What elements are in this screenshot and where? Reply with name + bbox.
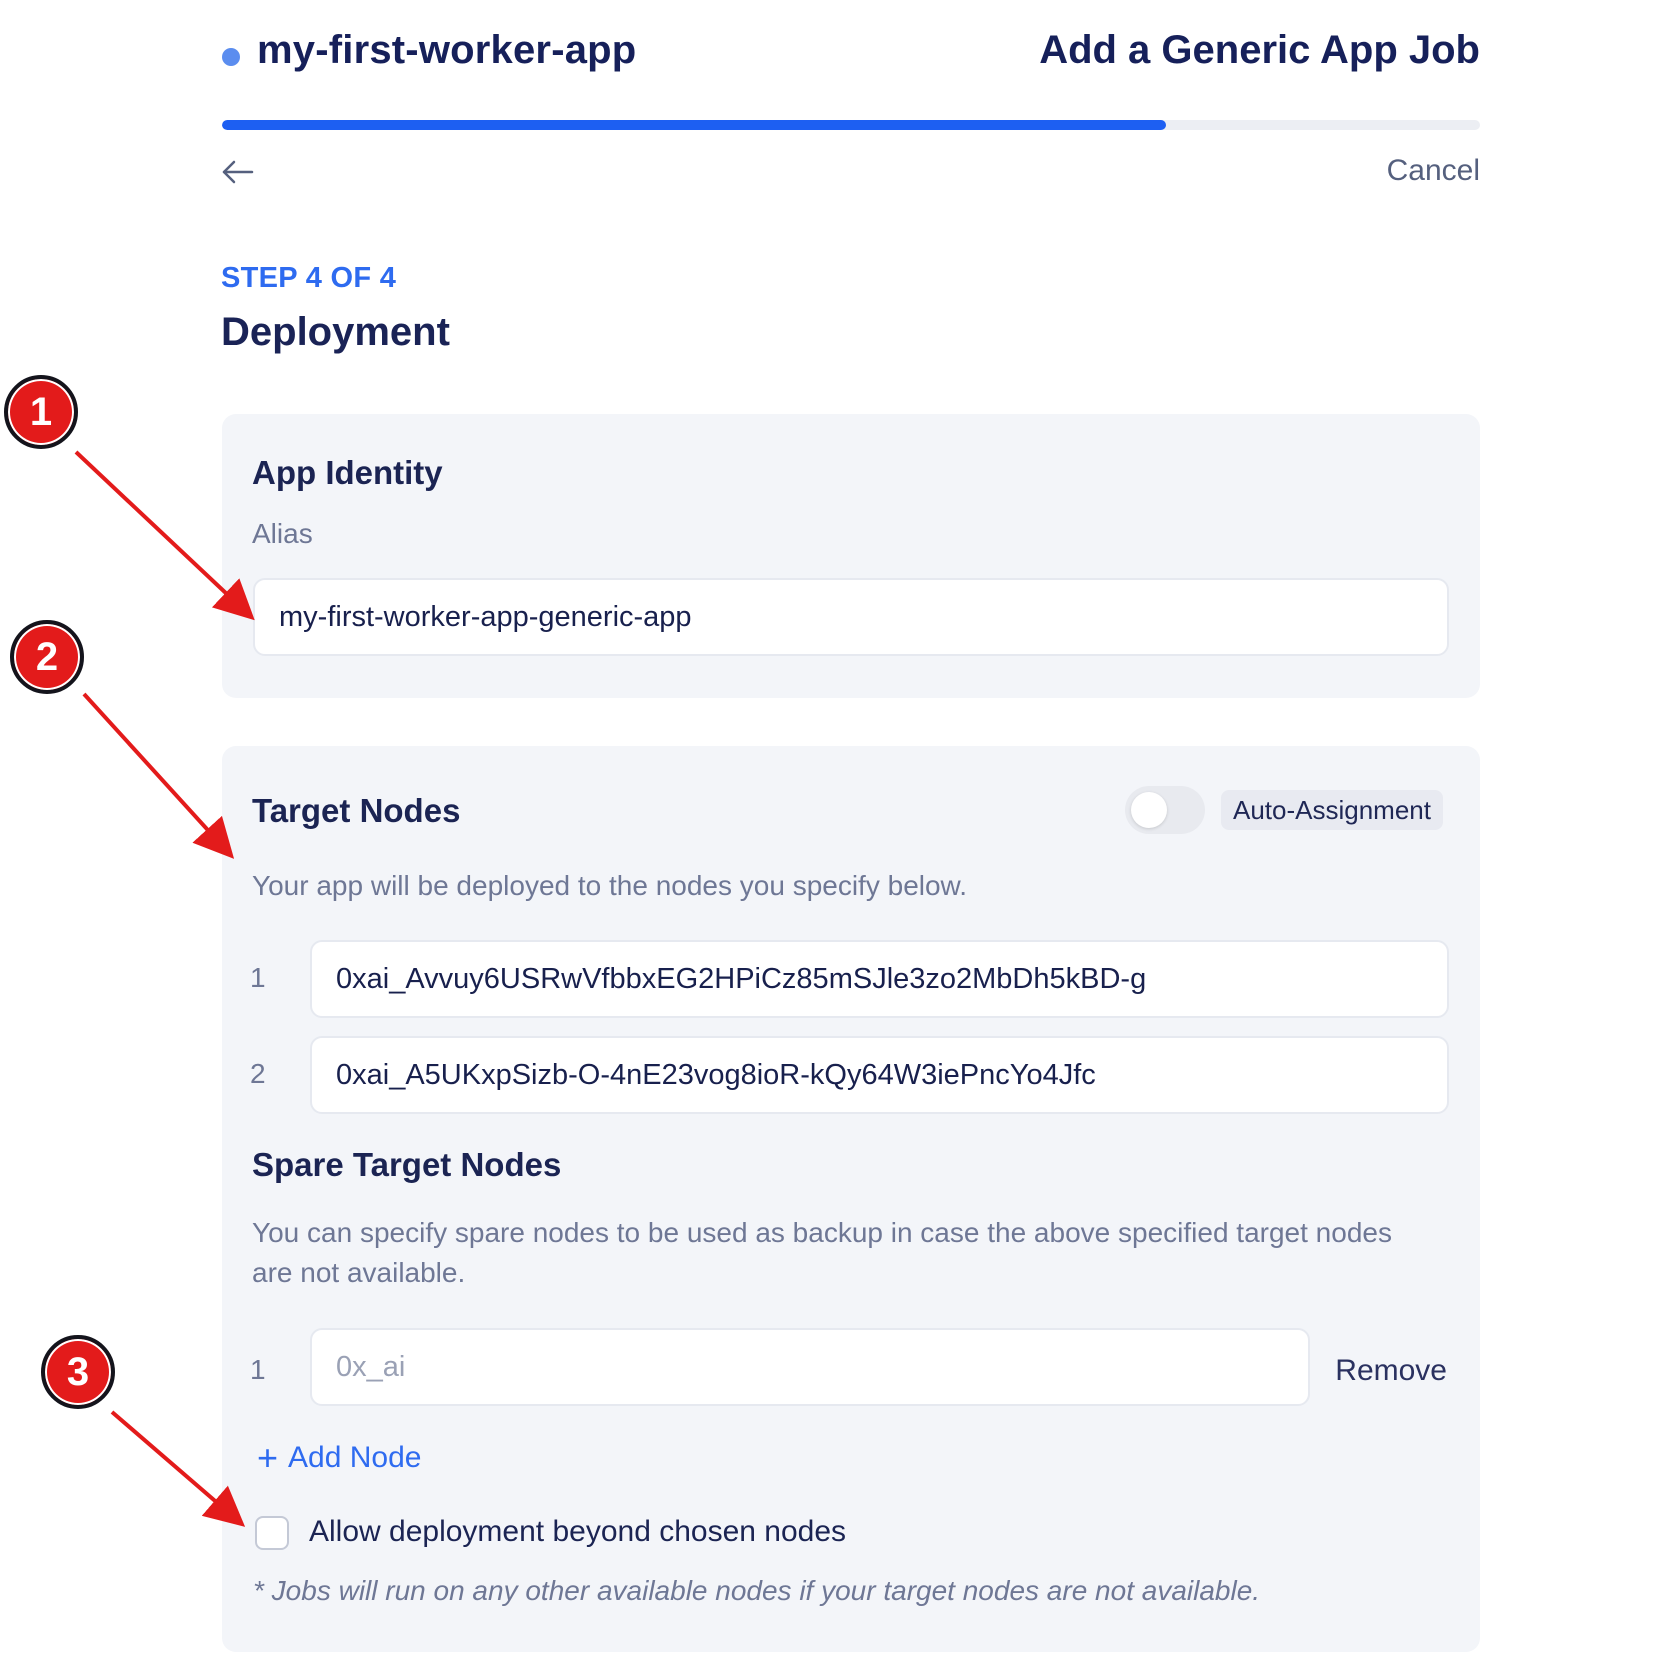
annotation-arrow [110, 1410, 246, 1527]
alias-label: Alias [252, 518, 313, 549]
target-node-value: 0xai_A5UKxpSizb-O-4nE23vog8ioR-kQy64W3ie… [336, 1058, 1096, 1091]
cancel-button[interactable]: Cancel [1387, 154, 1480, 188]
plus-icon: + [257, 1437, 279, 1478]
toggle-knob [1131, 792, 1167, 828]
allow-beyond-label[interactable]: Allow deployment beyond chosen nodes [309, 1515, 846, 1549]
annotation-marker: 2 [10, 620, 84, 694]
arrow-left-icon[interactable] [218, 152, 258, 192]
section-title: Deployment [221, 310, 450, 354]
annotation-arrow [82, 692, 235, 859]
spare-node-index: 1 [250, 1354, 266, 1385]
spare-node-input[interactable]: 0x_ai [310, 1328, 1310, 1406]
spare-nodes-heading: Spare Target Nodes [252, 1146, 562, 1183]
spare-node-placeholder: 0x_ai [336, 1350, 406, 1383]
alias-value: my-first-worker-app-generic-app [279, 600, 692, 633]
target-node-input[interactable]: 0xai_Avvuy6USRwVfbbxEG2HPiCz85mSJle3zo2M… [310, 940, 1449, 1018]
app-name: my-first-worker-app [257, 28, 637, 72]
allow-beyond-checkbox[interactable] [255, 1516, 289, 1550]
target-node-index: 1 [250, 962, 266, 993]
target-nodes-heading: Target Nodes [252, 792, 461, 829]
target-node-value: 0xai_Avvuy6USRwVfbbxEG2HPiCz85mSJle3zo2M… [336, 962, 1147, 995]
add-node-label: Add Node [288, 1441, 422, 1474]
target-node-index: 2 [250, 1058, 266, 1089]
alias-input[interactable]: my-first-worker-app-generic-app [253, 578, 1449, 656]
spare-nodes-description-cont: are not available. [252, 1257, 466, 1288]
annotation-marker: 1 [4, 375, 78, 449]
remove-button[interactable]: Remove [1335, 1354, 1447, 1388]
progress-bar [222, 120, 1480, 130]
page-title: Add a Generic App Job [1039, 28, 1480, 72]
app-identity-heading: App Identity [252, 454, 443, 491]
annotation-marker: 3 [41, 1335, 115, 1409]
add-node-button[interactable]: + Add Node [257, 1440, 421, 1476]
spare-nodes-description: You can specify spare nodes to be used a… [252, 1217, 1392, 1248]
auto-assignment-toggle[interactable] [1125, 786, 1205, 834]
step-indicator: STEP 4 OF 4 [221, 262, 397, 294]
auto-assignment-label: Auto-Assignment [1221, 790, 1443, 830]
annotation-arrow [74, 450, 255, 621]
status-dot [222, 48, 240, 66]
progress-fill [222, 120, 1166, 130]
target-nodes-description: Your app will be deployed to the nodes y… [252, 870, 968, 901]
footnote: * Jobs will run on any other available n… [253, 1575, 1261, 1606]
target-node-input[interactable]: 0xai_A5UKxpSizb-O-4nE23vog8ioR-kQy64W3ie… [310, 1036, 1449, 1114]
